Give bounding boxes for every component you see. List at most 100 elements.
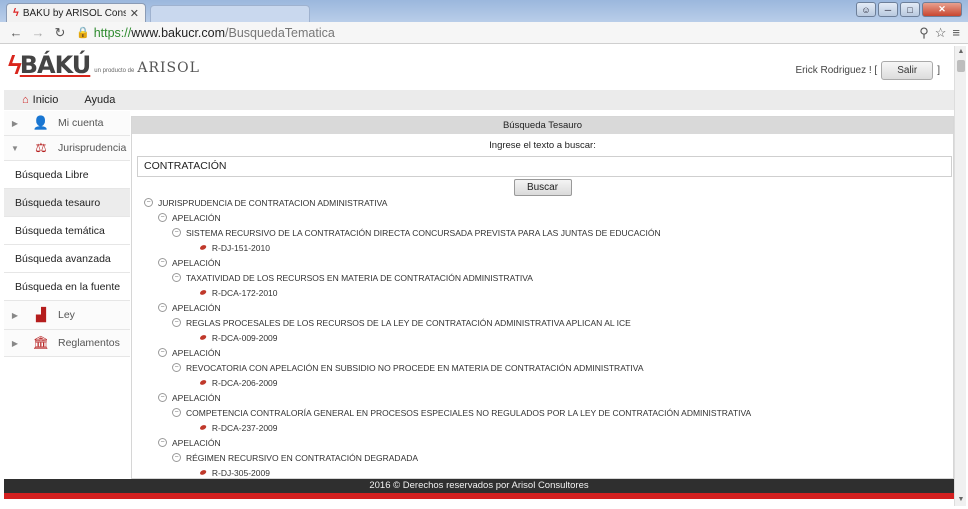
tree-document-link[interactable]: ⬬ R-DJ-151-2010 — [144, 240, 944, 255]
sidebar-item-jurisprudence[interactable]: ▼ ⚖ Jurisprudencia — [4, 136, 130, 161]
tab-close-icon[interactable]: ✕ — [130, 7, 139, 20]
search-button[interactable]: Buscar — [513, 179, 572, 196]
collapse-icon[interactable]: − — [144, 198, 153, 207]
nav-home[interactable]: ⌂ Inicio — [22, 94, 58, 106]
forward-arrow-icon[interactable]: → — [30, 25, 46, 40]
window-close-icon[interactable]: ✕ — [922, 2, 962, 17]
document-id: R-DCA-009-2009 — [211, 332, 278, 343]
tree-document-link[interactable]: ⬬ R-DCA-206-2009 — [144, 375, 944, 390]
tree-group-node[interactable]: − APELACIÓN — [144, 300, 944, 315]
nav-help-label: Ayuda — [84, 94, 116, 106]
tree-group-node[interactable]: − APELACIÓN — [144, 435, 944, 450]
caret-right-icon: ▶ — [11, 310, 19, 320]
institution-icon: 🏛 — [32, 335, 50, 350]
sidebar-item-account[interactable]: ▶ 👤 Mi cuenta — [4, 111, 130, 136]
tree-topic-node[interactable]: − COMPETENCIA CONTRALORÍA GENERAL EN PRO… — [144, 405, 944, 420]
tree-group-node[interactable]: − APELACIÓN — [144, 345, 944, 360]
collapse-icon[interactable]: − — [158, 303, 167, 312]
browser-toolbar: ← → ↻ 🔒 https:// www.bakucr.com /Busqued… — [0, 22, 968, 44]
user-profile-icon[interactable]: ☺ — [856, 2, 876, 17]
tree-document-link[interactable]: ⬬ R-DCA-237-2009 — [144, 420, 944, 435]
collapse-icon[interactable]: − — [172, 318, 181, 327]
url-path: /BusquedaTematica — [225, 25, 335, 40]
document-link-icon: ⬬ — [198, 286, 209, 298]
tree-group-node[interactable]: − APELACIÓN — [144, 210, 944, 225]
caret-right-icon: ▶ — [11, 118, 19, 128]
sidebar-item-law[interactable]: ▶ ▟ Ley — [4, 301, 130, 330]
sidebar-link-thematic-search[interactable]: Búsqueda temática — [4, 217, 130, 245]
tree-document-link[interactable]: ⬬ R-DJ-305-2009 — [144, 465, 944, 478]
document-id: R-DCA-237-2009 — [211, 422, 278, 433]
maximize-icon[interactable]: □ — [900, 2, 920, 17]
search-prompt: Ingrese el texto a buscar: — [489, 140, 596, 151]
minimize-icon[interactable]: ─ — [878, 2, 898, 17]
browser-tools: ⚲ ☆ ≡ — [919, 25, 960, 41]
address-bar[interactable]: 🔒 https:// www.bakucr.com /BusquedaTemat… — [76, 24, 919, 41]
sidebar-item-regulations[interactable]: ▶ 🏛 Reglamentos — [4, 330, 130, 357]
tree-topic-node[interactable]: − RÉGIMEN RECURSIVO EN CONTRATACIÓN DEGR… — [144, 450, 944, 465]
collapse-icon[interactable]: − — [158, 258, 167, 267]
scroll-thumb[interactable] — [957, 60, 965, 72]
document-id: R-DCA-206-2009 — [211, 377, 278, 388]
search-input[interactable]: CONTRATACIÓN — [137, 156, 952, 177]
sidebar-item-label: Reglamentos — [58, 337, 120, 349]
document-link-icon: ⬬ — [198, 421, 209, 433]
new-tab-button[interactable] — [150, 5, 310, 22]
collapse-icon[interactable]: − — [158, 438, 167, 447]
tree-document-link[interactable]: ⬬ R-DCA-172-2010 — [144, 285, 944, 300]
collapse-icon[interactable]: − — [158, 213, 167, 222]
document-id: R-DJ-305-2009 — [211, 467, 270, 478]
sidebar-link-thesaurus-search[interactable]: Búsqueda tesauro — [4, 189, 130, 217]
tree-topic-node[interactable]: − REGLAS PROCESALES DE LOS RECURSOS DE L… — [144, 315, 944, 330]
results-tree: − JURISPRUDENCIA DE CONTRATACION ADMINIS… — [144, 195, 944, 478]
tree-root-node[interactable]: − JURISPRUDENCIA DE CONTRATACION ADMINIS… — [144, 195, 944, 210]
gavel-book-icon: ⚖ — [35, 140, 47, 155]
collapse-icon[interactable]: − — [172, 408, 181, 417]
top-nav: ⌂ Inicio Ayuda — [4, 90, 954, 110]
collapse-icon[interactable]: − — [172, 363, 181, 372]
nav-help[interactable]: Ayuda — [84, 94, 115, 106]
user-suffix: ] — [937, 65, 940, 76]
tree-node-label: COMPETENCIA CONTRALORÍA GENERAL EN PROCE… — [186, 407, 752, 418]
collapse-icon[interactable]: − — [172, 228, 181, 237]
tree-topic-node[interactable]: − SISTEMA RECURSIVO DE LA CONTRATACIÓN D… — [144, 225, 944, 240]
sidebar-link-source-search[interactable]: Búsqueda en la fuente — [4, 273, 130, 301]
scroll-up-icon[interactable]: ▲ — [955, 46, 967, 58]
sidebar-link-advanced-search[interactable]: Búsqueda avanzada — [4, 245, 130, 273]
document-link-icon: ⬬ — [198, 241, 209, 253]
tree-node-label: REVOCATORIA CON APELACIÓN EN SUBSIDIO NO… — [186, 362, 644, 373]
baku-logo[interactable]: ϟ BÁKÚ un producto de ARISOL — [8, 52, 200, 78]
tree-node-label: APELACIÓN — [172, 437, 221, 448]
site-header: ϟ BÁKÚ un producto de ARISOL Erick Rodri… — [4, 46, 954, 90]
sidebar-item-label: Jurisprudencia — [58, 142, 127, 154]
document-link-icon: ⬬ — [198, 376, 209, 388]
collapse-icon[interactable]: − — [158, 393, 167, 402]
collapse-icon[interactable]: − — [158, 348, 167, 357]
caret-down-icon: ▼ — [11, 143, 19, 153]
reload-icon[interactable]: ↻ — [52, 25, 68, 41]
collapse-icon[interactable]: − — [172, 453, 181, 462]
tab-title: BÁKÚ by ARISOL Consulto — [22, 7, 126, 19]
sidebar-link-free-search[interactable]: Búsqueda Libre — [4, 161, 130, 189]
page-scrollbar[interactable]: ▲ ▼ — [954, 46, 966, 506]
tree-topic-node[interactable]: − TAXATIVIDAD DE LOS RECURSOS EN MATERIA… — [144, 270, 944, 285]
tree-topic-node[interactable]: − REVOCATORIA CON APELACIÓN EN SUBSIDIO … — [144, 360, 944, 375]
tree-group-node[interactable]: − APELACIÓN — [144, 255, 944, 270]
home-icon: ⌂ — [22, 94, 29, 106]
browser-tab[interactable]: ϟ BÁKÚ by ARISOL Consulto ✕ — [6, 3, 146, 22]
bookmark-star-icon[interactable]: ☆ — [935, 25, 947, 41]
user-area: Erick Rodriguez ! [ Salir ] — [796, 61, 940, 80]
footer: 2016 © Derechos reservados por Arisol Co… — [4, 479, 954, 493]
sidebar-item-label: Mi cuenta — [58, 117, 104, 129]
logout-button[interactable]: Salir — [881, 61, 934, 80]
logo-company: ARISOL — [137, 60, 200, 76]
zoom-icon[interactable]: ⚲ — [919, 25, 929, 41]
tree-node-label: JURISPRUDENCIA DE CONTRATACION ADMINISTR… — [158, 197, 388, 208]
scroll-down-icon[interactable]: ▼ — [955, 494, 967, 506]
tree-document-link[interactable]: ⬬ R-DCA-009-2009 — [144, 330, 944, 345]
tree-group-node[interactable]: − APELACIÓN — [144, 390, 944, 405]
menu-icon[interactable]: ≡ — [952, 25, 960, 41]
back-arrow-icon[interactable]: ← — [8, 25, 24, 40]
tree-node-label: APELACIÓN — [172, 257, 221, 268]
collapse-icon[interactable]: − — [172, 273, 181, 282]
